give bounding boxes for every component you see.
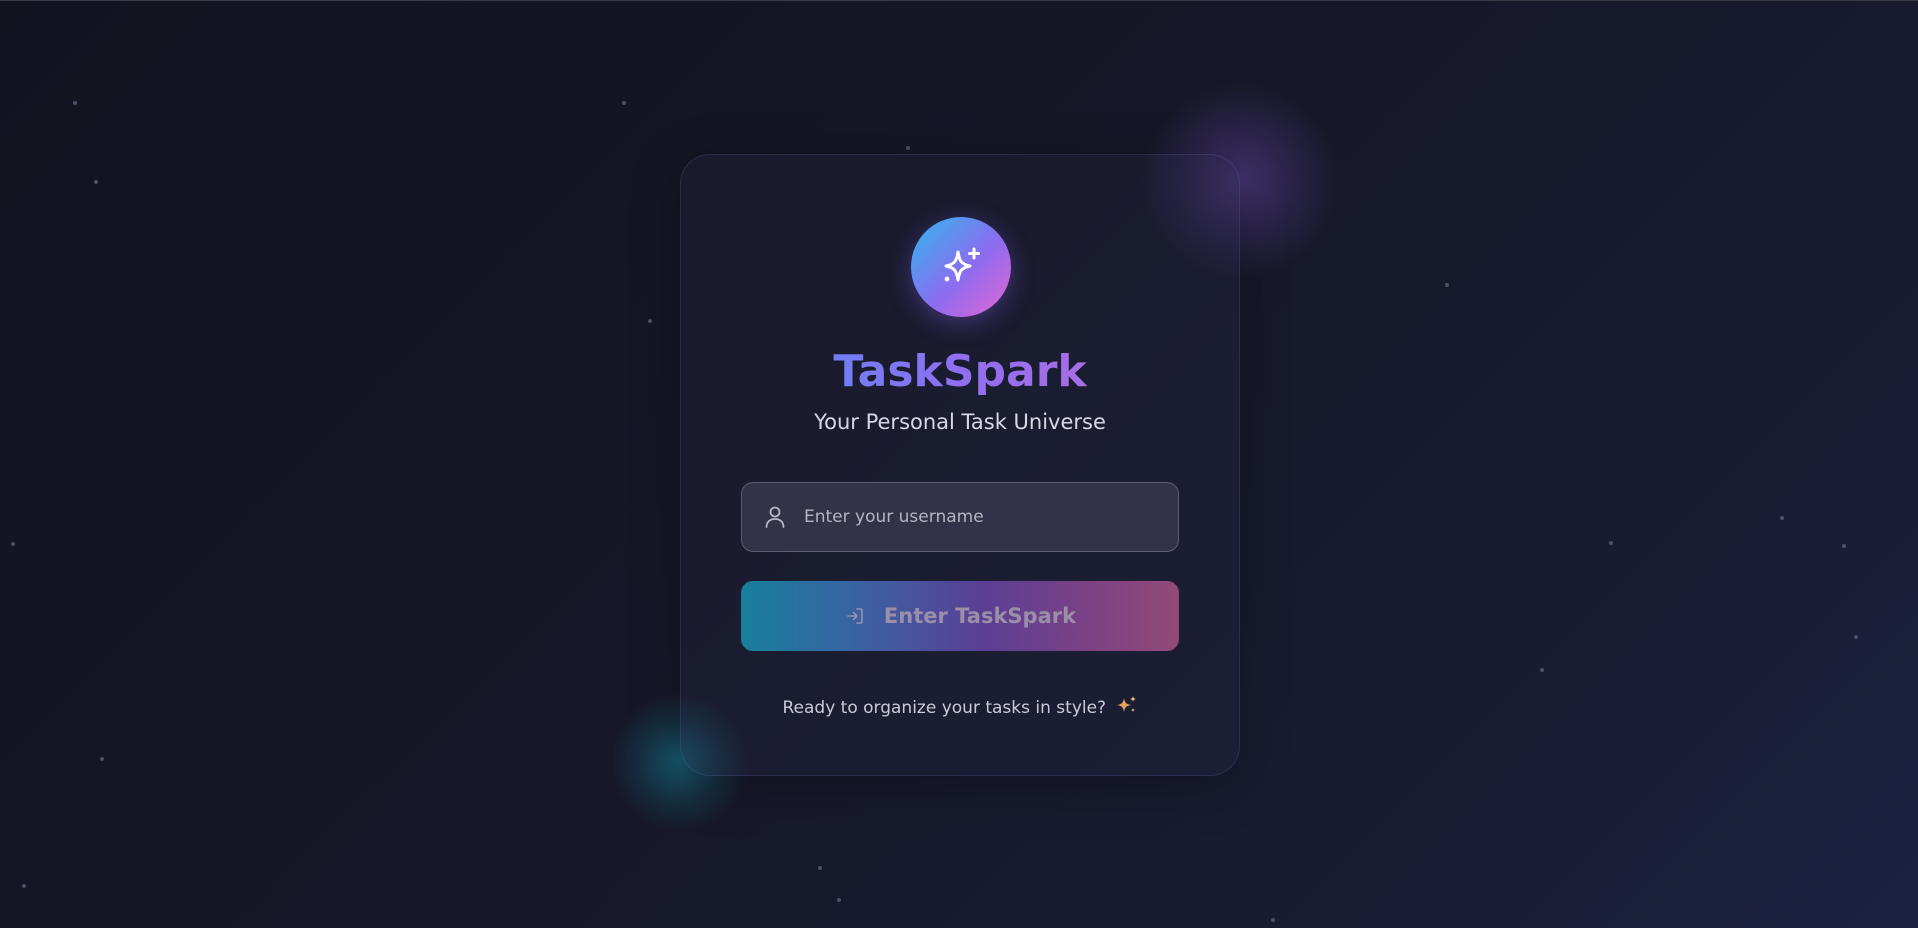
star-dot — [837, 898, 841, 902]
star-dot — [22, 884, 26, 888]
app-logo — [911, 217, 1011, 317]
star-dot — [1445, 283, 1449, 287]
star-dot — [1271, 918, 1275, 922]
username-input[interactable] — [802, 482, 1178, 552]
star-dot — [1780, 516, 1784, 520]
star-dot — [1842, 544, 1846, 548]
app-title: TaskSpark — [681, 345, 1239, 399]
username-field[interactable] — [741, 482, 1179, 552]
star-dot — [94, 180, 98, 184]
user-icon — [762, 504, 788, 530]
star-dot — [100, 757, 104, 761]
login-card: TaskSpark Your Personal Task Universe En… — [680, 154, 1240, 776]
app-tagline: Your Personal Task Universe — [814, 410, 1106, 434]
star-dot — [818, 866, 822, 870]
star-dot — [1854, 635, 1858, 639]
star-dot — [648, 319, 652, 323]
star-dot — [11, 542, 15, 546]
enter-button-label: Enter TaskSpark — [883, 604, 1077, 628]
footer-message-text: Ready to organize your tasks in style? — [782, 698, 1107, 718]
star-dot — [622, 101, 626, 105]
star-dot — [1540, 668, 1544, 672]
enter-button[interactable]: Enter TaskSpark — [741, 581, 1179, 651]
star-dot — [1609, 541, 1613, 545]
sparkles-emoji-icon — [1116, 695, 1138, 720]
star-dot — [73, 101, 77, 105]
footer-message: Ready to organize your tasks in style? — [681, 695, 1239, 720]
star-dot — [906, 146, 910, 150]
sparkles-icon — [936, 242, 986, 292]
log-in-icon — [844, 605, 866, 627]
